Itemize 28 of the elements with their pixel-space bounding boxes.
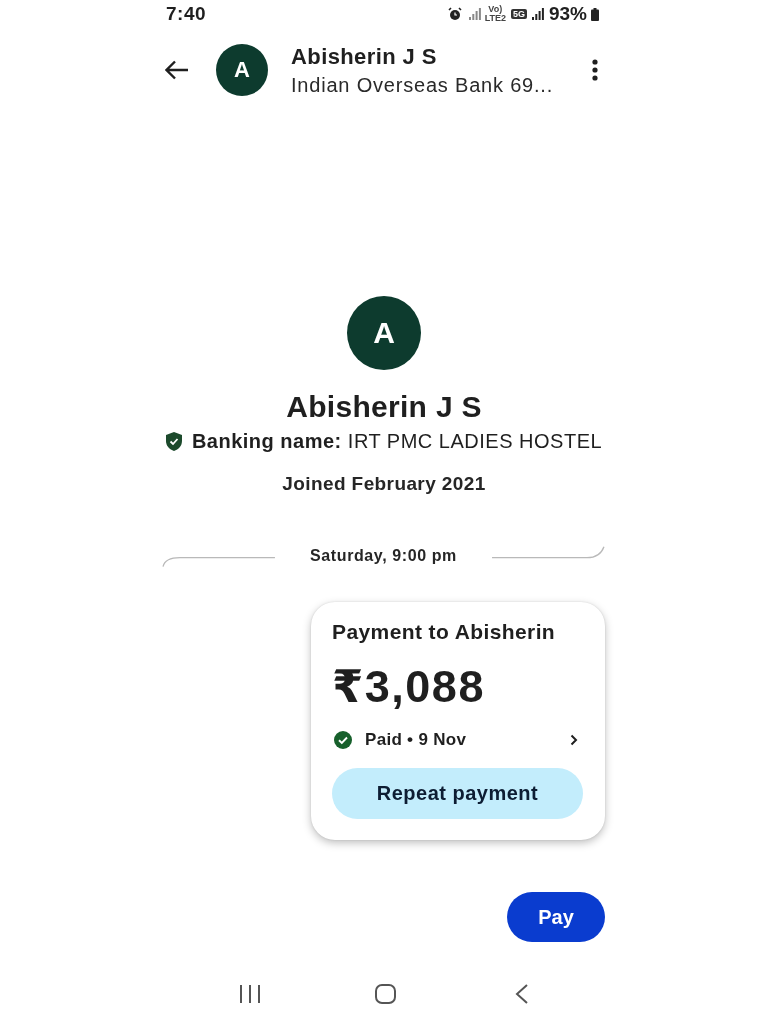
more-options-icon[interactable] bbox=[592, 59, 598, 81]
repeat-payment-button[interactable]: Repeat payment bbox=[332, 768, 583, 819]
contact-name: Abisherin J S bbox=[291, 42, 438, 70]
payment-status: Paid • 9 Nov bbox=[365, 730, 467, 750]
profile-avatar: A bbox=[347, 296, 421, 370]
alarm-icon bbox=[447, 7, 462, 21]
signal-icon bbox=[468, 8, 481, 20]
chevron-right-icon[interactable] bbox=[570, 734, 578, 746]
banking-name: Banking name: IRT PMC LADIES HOSTEL bbox=[191, 429, 603, 453]
back-icon[interactable] bbox=[514, 984, 529, 1004]
home-icon[interactable] bbox=[375, 984, 396, 1004]
joined-date: Joined February 2021 bbox=[282, 472, 486, 496]
volte-label: Vo) LTE2 bbox=[484, 5, 506, 23]
recent-apps-icon[interactable] bbox=[239, 984, 261, 1004]
signal-icon bbox=[531, 8, 544, 20]
profile-name: Abisherin J S bbox=[286, 389, 482, 425]
date-label: Saturday, 9:00 pm bbox=[310, 546, 457, 566]
payment-card[interactable]: Payment to Abisherin ₹3,088 Paid • 9 Nov Repeat payment bbox=[311, 602, 605, 840]
status-time: 7:40 bbox=[166, 3, 207, 25]
bank-account-label: Indian Overseas Bank 69... bbox=[291, 72, 554, 98]
network-type-badge: 5G bbox=[510, 9, 527, 19]
pay-button[interactable]: Pay bbox=[507, 892, 605, 942]
battery-percent: 93% bbox=[548, 3, 587, 25]
payment-title: Payment to Abisherin bbox=[332, 619, 556, 645]
battery-icon bbox=[591, 7, 599, 21]
back-arrow-icon[interactable] bbox=[165, 60, 189, 80]
payment-amount: ₹3,088 bbox=[332, 662, 485, 712]
avatar: A bbox=[216, 44, 268, 96]
